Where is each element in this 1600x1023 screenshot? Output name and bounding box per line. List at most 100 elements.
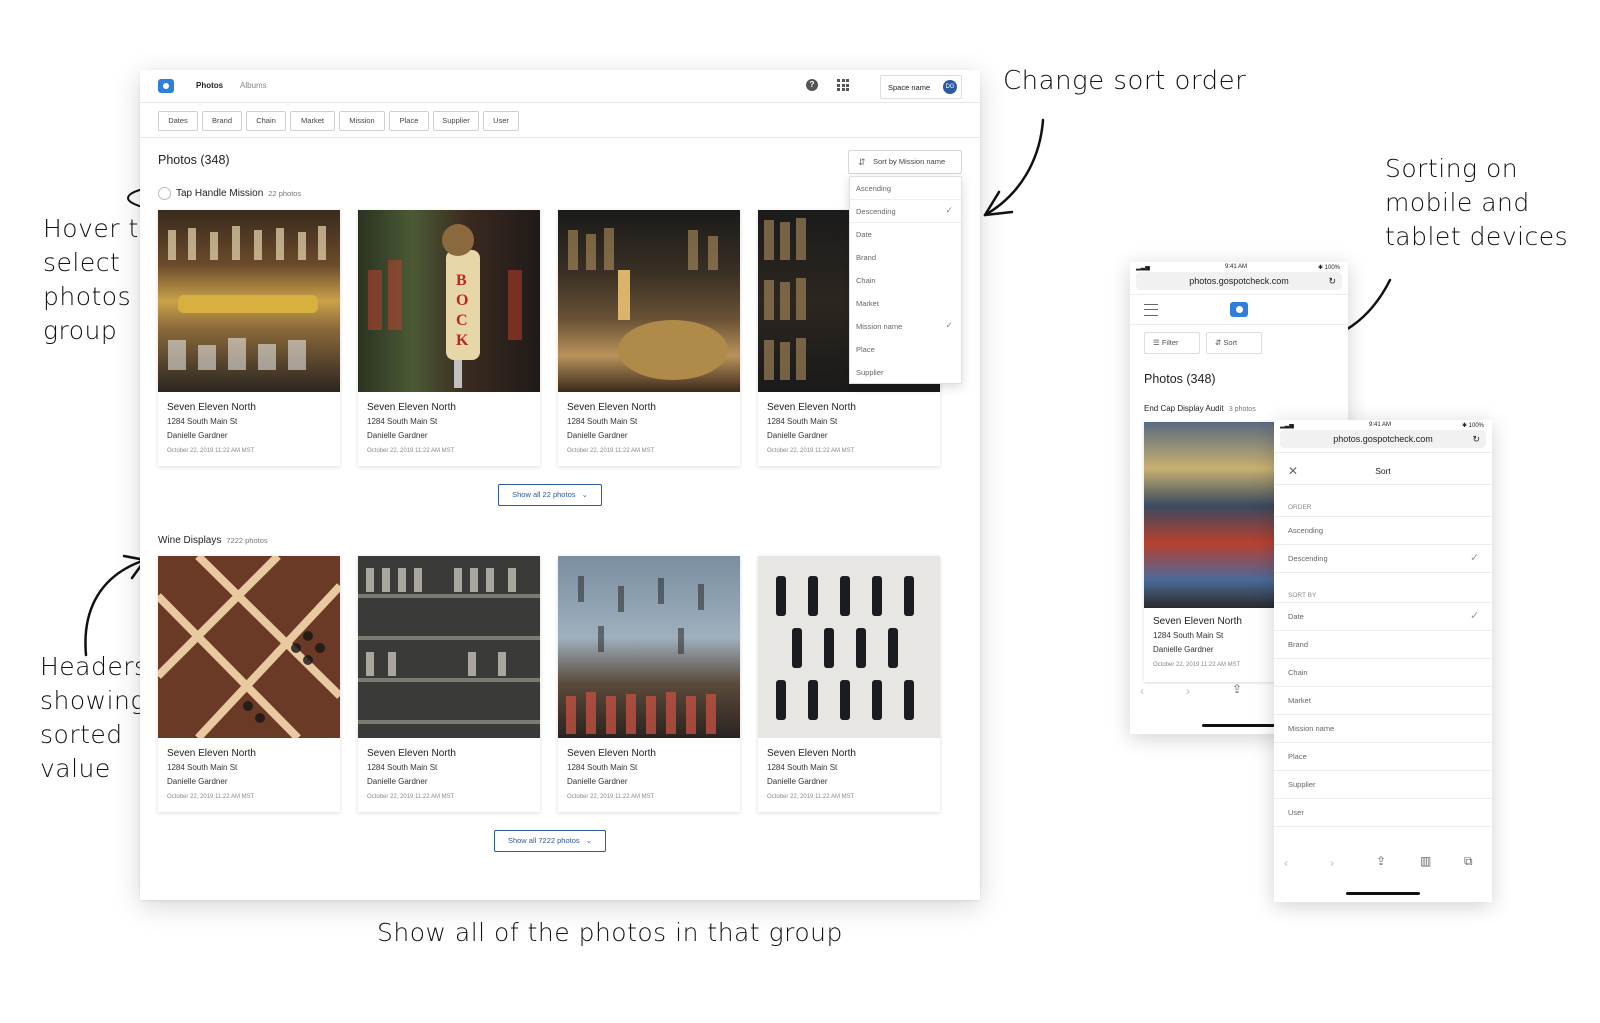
page-title: Photos (348) bbox=[158, 153, 230, 167]
sort-option-market[interactable]: Market bbox=[1288, 696, 1311, 705]
card-store: Seven Eleven North bbox=[1153, 616, 1242, 627]
back-icon[interactable]: ‹ bbox=[1284, 856, 1288, 870]
card-user: Danielle Gardner bbox=[767, 431, 828, 440]
forward-icon[interactable]: › bbox=[1330, 856, 1334, 870]
sort-label: Sort by Mission name bbox=[873, 157, 946, 166]
show-all-7222-button[interactable]: Show all 7222 photos ⌄ bbox=[494, 830, 606, 852]
sortby-header: SORT BY bbox=[1288, 592, 1317, 599]
card-store: Seven Eleven North bbox=[767, 402, 856, 413]
url-bar[interactable]: photos.gospotcheck.com ↻ bbox=[1136, 272, 1342, 290]
camera-logo-icon[interactable] bbox=[1230, 302, 1248, 317]
svg-text:C: C bbox=[456, 312, 468, 329]
card-date: October 22, 2019 11:22 AM MST bbox=[367, 794, 455, 800]
photo-card[interactable]: Seven Eleven North 1284 South Main St Da… bbox=[158, 556, 340, 812]
sort-option-user[interactable]: User bbox=[1288, 808, 1304, 817]
sort-option-chain[interactable]: Chain bbox=[856, 276, 876, 285]
sort-option-descending[interactable]: Descending bbox=[856, 207, 896, 216]
photo-card[interactable]: BOCK Seven Eleven North 1284 South Main … bbox=[358, 210, 540, 466]
filter-mission[interactable]: Mission bbox=[339, 111, 385, 131]
card-date: October 22, 2019 11:22 AM MST bbox=[767, 794, 855, 800]
share-icon[interactable]: ⇪ bbox=[1232, 682, 1242, 696]
group-count: 22 photos bbox=[268, 189, 302, 198]
menu-icon[interactable] bbox=[1144, 304, 1158, 316]
photo-wine-shelves bbox=[358, 556, 540, 738]
group-header-wine-displays: Wine Displays 7222 photos bbox=[158, 535, 268, 546]
sort-option-ascending[interactable]: Ascending bbox=[856, 184, 891, 193]
photo-card[interactable]: Seven Eleven North 1284 South Main St Da… bbox=[558, 556, 740, 812]
card-address: 1284 South Main St bbox=[567, 763, 638, 772]
checkmark-icon: ✓ bbox=[945, 320, 953, 330]
sort-option-supplier[interactable]: Supplier bbox=[856, 368, 884, 377]
desktop-window: Photos Albums ? Space name DG Dates Bran… bbox=[140, 70, 980, 900]
sort-option-ascending[interactable]: Ascending bbox=[1288, 526, 1323, 535]
sort-button[interactable]: ⇵ Sort bbox=[1206, 332, 1262, 354]
tabs-icon[interactable]: ⧉ bbox=[1464, 854, 1473, 869]
photo-card[interactable]: Seven Eleven North 1284 South Main St Da… bbox=[358, 556, 540, 812]
filter-user[interactable]: User bbox=[483, 111, 519, 131]
sort-option-mission-name[interactable]: Mission name bbox=[1288, 724, 1334, 733]
sort-option-brand[interactable]: Brand bbox=[1288, 640, 1308, 649]
filter-brand[interactable]: Brand bbox=[202, 111, 242, 131]
group-select-radio[interactable] bbox=[158, 187, 171, 200]
filter-place[interactable]: Place bbox=[389, 111, 429, 131]
card-store: Seven Eleven North bbox=[167, 748, 256, 759]
status-time: 9:41 AM bbox=[1369, 422, 1392, 428]
checkmark-icon: ✓ bbox=[1470, 552, 1480, 564]
filter-chain[interactable]: Chain bbox=[246, 111, 286, 131]
group-header-tap-handle: Tap Handle Mission 22 photos bbox=[176, 188, 301, 199]
filter-bar: Dates Brand Chain Market Mission Place S… bbox=[140, 103, 980, 138]
sort-option-supplier[interactable]: Supplier bbox=[1288, 780, 1316, 789]
filter-icon: ☰ bbox=[1153, 338, 1160, 347]
space-selector[interactable]: Space name DG bbox=[880, 75, 962, 99]
photo-card[interactable]: Seven Eleven North 1284 South Main St Da… bbox=[558, 210, 740, 466]
photo-wine-rack-diagonal bbox=[158, 556, 340, 738]
card-store: Seven Eleven North bbox=[567, 402, 656, 413]
back-icon[interactable]: ‹ bbox=[1140, 684, 1144, 698]
chevron-down-icon: ⌄ bbox=[581, 490, 588, 499]
sort-button[interactable]: ⇵ Sort by Mission name bbox=[848, 150, 962, 174]
share-icon[interactable]: ⇪ bbox=[1376, 854, 1386, 868]
battery-icon: ✱ 100% bbox=[1317, 265, 1340, 271]
filter-label: Filter bbox=[1161, 338, 1179, 347]
photo-card[interactable]: Seven Eleven North 1284 South Main St Da… bbox=[158, 210, 340, 466]
help-icon[interactable]: ? bbox=[806, 79, 818, 91]
apps-grid-icon[interactable] bbox=[837, 79, 849, 91]
tab-albums[interactable]: Albums bbox=[240, 81, 267, 90]
sort-option-mission-name[interactable]: Mission name bbox=[856, 322, 902, 331]
reload-icon[interactable]: ↻ bbox=[1472, 430, 1480, 448]
tab-photos[interactable]: Photos bbox=[196, 81, 223, 90]
sort-option-place[interactable]: Place bbox=[1288, 752, 1307, 761]
sort-option-place[interactable]: Place bbox=[856, 345, 875, 354]
filter-dates[interactable]: Dates bbox=[158, 111, 198, 131]
forward-icon[interactable]: › bbox=[1186, 684, 1190, 698]
filter-button[interactable]: ☰ Filter bbox=[1144, 332, 1200, 354]
card-date: October 22, 2019 11:22 AM MST bbox=[167, 448, 255, 454]
sort-option-brand[interactable]: Brand bbox=[856, 253, 876, 262]
filter-supplier[interactable]: Supplier bbox=[433, 111, 479, 131]
group-count: 3 photos bbox=[1228, 406, 1256, 413]
group-name: Wine Displays bbox=[158, 535, 222, 546]
card-date: October 22, 2019 11:22 AM MST bbox=[367, 448, 455, 454]
sort-option-date[interactable]: Date bbox=[1288, 612, 1304, 621]
group-count: 7222 photos bbox=[226, 536, 268, 545]
photo-card[interactable]: Seven Eleven North 1284 South Main St Da… bbox=[758, 556, 940, 812]
chevron-down-icon: ⌄ bbox=[585, 836, 593, 845]
show-all-22-button[interactable]: Show all 22 photos ⌄ bbox=[498, 484, 602, 506]
reload-icon[interactable]: ↻ bbox=[1328, 272, 1336, 290]
sort-option-date[interactable]: Date bbox=[856, 230, 872, 239]
space-name: Space name bbox=[888, 83, 931, 92]
card-store: Seven Eleven North bbox=[367, 748, 456, 759]
battery-icon: ✱ 100% bbox=[1461, 423, 1484, 429]
photo-wine-wall bbox=[558, 556, 740, 738]
camera-logo-icon[interactable] bbox=[158, 79, 174, 93]
photo-tap-handles bbox=[158, 210, 340, 392]
filter-market[interactable]: Market bbox=[290, 111, 335, 131]
sort-option-chain[interactable]: Chain bbox=[1288, 668, 1308, 677]
card-user: Danielle Gardner bbox=[567, 431, 628, 440]
group-header: End Cap Display Audit 3 photos bbox=[1144, 404, 1256, 413]
sort-option-market[interactable]: Market bbox=[856, 299, 879, 308]
sort-option-descending[interactable]: Descending bbox=[1288, 554, 1328, 563]
bookmarks-icon[interactable]: ▥ bbox=[1420, 854, 1431, 868]
url-bar[interactable]: photos.gospotcheck.com ↻ bbox=[1280, 430, 1486, 448]
sort-label: Sort bbox=[1223, 338, 1238, 347]
